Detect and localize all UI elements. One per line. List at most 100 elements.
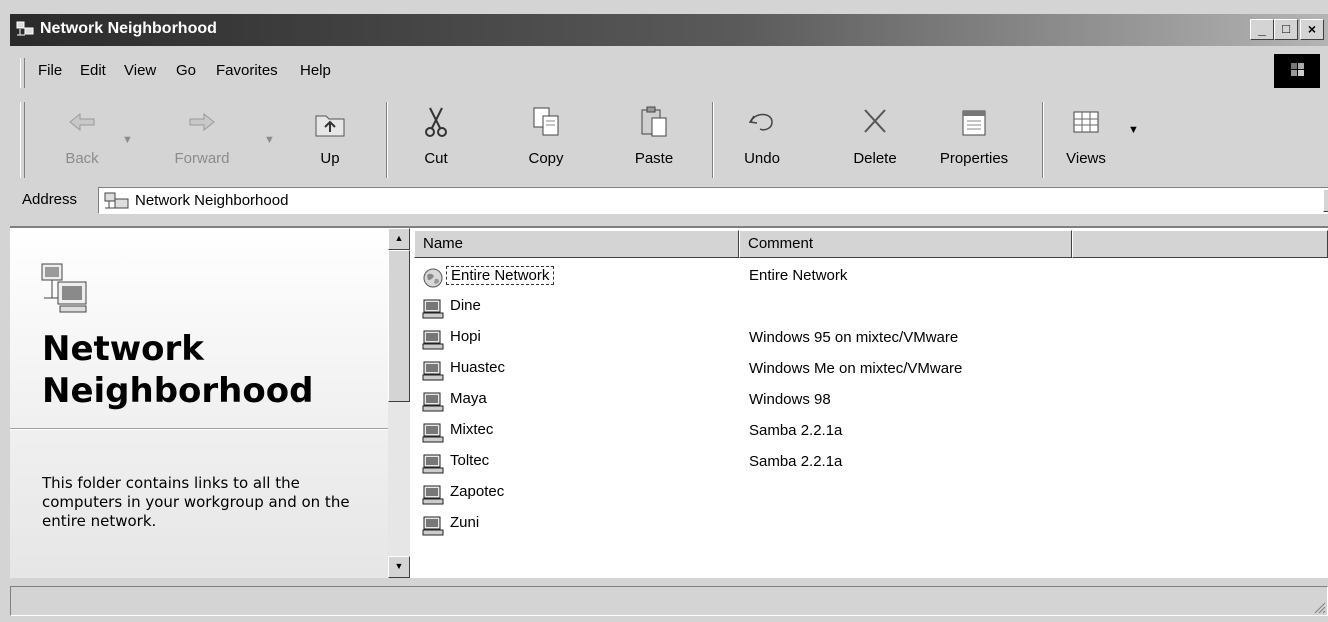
status-text [10,586,1328,616]
toolbar-separator [1042,102,1044,178]
forward-dropdown-arrow-icon[interactable]: ▼ [264,134,275,146]
title-bar[interactable]: Network Neighborhood _ □ × [10,14,1328,46]
clipboard-icon [641,106,667,137]
webview-panel: Network Neighborhood This folder contain… [10,228,388,578]
network-neighborhood-icon [16,21,34,36]
list-item[interactable]: Entire Network Entire Network [414,262,1328,292]
item-name[interactable]: Mixtec [446,421,497,438]
item-name[interactable]: Zuni [446,514,483,531]
computer-icon [422,453,444,479]
item-comment: Entire Network [749,267,848,284]
webview-description: This folder contains links to all the co… [42,474,350,530]
item-name[interactable]: Dine [446,297,485,314]
column-header-name[interactable]: Name [414,230,739,258]
delete-button[interactable]: Delete [842,102,908,178]
list-item[interactable]: Maya Windows 98 [414,386,1328,416]
column-header-blank[interactable] [1072,230,1328,258]
computer-icon [422,484,444,510]
webview-title: Network Neighborhood [42,329,314,411]
list-item[interactable]: Zuni [414,510,1328,540]
globe-icon [422,267,444,293]
undo-button[interactable]: Undo [732,102,792,178]
menu-edit[interactable]: Edit [80,62,106,79]
scroll-down-button[interactable]: ▼ [388,556,410,578]
address-value: Network Neighborhood [135,192,289,209]
list-item[interactable]: Mixtec Samba 2.2.1a [414,417,1328,447]
menu-view[interactable]: View [124,62,156,79]
windows-logo-icon [1274,54,1320,88]
file-list-view: Name Comment Entire Network Entire Networ… [414,228,1328,578]
item-comment: Samba 2.2.1a [749,422,843,439]
menu-help[interactable]: Help [300,62,331,79]
minimize-button[interactable]: _ [1250,19,1274,40]
address-field[interactable]: Network Neighborhood ▼ [98,187,1328,214]
toolbar-separator [712,102,714,178]
forward-button[interactable]: Forward [160,102,244,178]
item-comment: Windows 95 on mixtec/VMware [749,329,959,346]
address-dropdown-button[interactable]: ▼ [1323,189,1328,212]
computer-icon [422,298,444,324]
menu-favorites[interactable]: Favorites [216,62,278,79]
list-item[interactable]: Huastec Windows Me on mixtec/VMware [414,355,1328,385]
menu-grip[interactable] [20,58,25,88]
item-comment: Windows 98 [749,391,831,408]
item-comment: Samba 2.2.1a [749,453,843,470]
computer-icon [422,329,444,355]
item-name[interactable]: Zapotec [446,483,508,500]
list-item[interactable]: Zapotec [414,479,1328,509]
webview-divider [10,428,388,430]
properties-button[interactable]: Properties [928,102,1020,178]
cut-button[interactable]: Cut [406,102,466,178]
computer-icon [422,391,444,417]
menu-file[interactable]: File [38,62,62,79]
list-item[interactable]: Toltec Samba 2.2.1a [414,448,1328,478]
computer-icon [422,360,444,386]
toolbar-separator [386,102,388,178]
views-grid-icon [1073,111,1099,133]
scissors-icon [425,107,447,137]
scroll-up-button[interactable]: ▲ [388,228,410,250]
item-name[interactable]: Hopi [446,328,485,345]
up-button[interactable]: Up [300,102,360,178]
delete-x-icon [864,109,886,133]
standard-toolbar: Back ▼ Forward ▼ Up Cut Copy Paste Undo … [10,96,1328,184]
resize-grip-icon[interactable] [1312,600,1326,614]
status-bar [10,586,1328,618]
explorer-window: Network Neighborhood _ □ × File Edit Vie… [0,0,1328,622]
close-button[interactable]: × [1300,19,1324,40]
item-name[interactable]: Toltec [446,452,493,469]
network-neighborhood-icon [104,192,129,209]
menu-bar: File Edit View Go Favorites Help [10,50,1328,94]
toolbar-grip[interactable] [20,102,25,178]
copy-button[interactable]: Copy [516,102,576,178]
item-name[interactable]: Entire Network [446,266,555,285]
forward-arrow-icon [189,112,215,132]
webview-scrollbar[interactable]: ▲ ▼ [388,228,410,578]
up-folder-icon [315,115,345,137]
computer-icon [422,422,444,448]
computer-icon [422,515,444,541]
back-dropdown-arrow-icon[interactable]: ▼ [122,134,133,146]
address-bar: Address Network Neighborhood ▼ [10,184,1328,218]
list-item[interactable]: Dine [414,293,1328,323]
address-label: Address [22,191,78,208]
views-button[interactable]: Views [1054,102,1118,178]
item-comment: Windows Me on mixtec/VMware [749,360,963,377]
paste-button[interactable]: Paste [622,102,686,178]
scroll-thumb[interactable] [388,250,410,402]
back-arrow-icon [69,112,95,132]
column-header-comment[interactable]: Comment [739,230,1072,258]
content-area: Network Neighborhood This folder contain… [10,226,1328,578]
views-dropdown-arrow-icon[interactable]: ▼ [1128,124,1139,136]
menu-go[interactable]: Go [176,62,196,79]
undo-icon [748,113,773,131]
copy-icon [533,107,559,136]
network-neighborhood-large-icon [41,263,87,313]
list-item[interactable]: Hopi Windows 95 on mixtec/VMware [414,324,1328,354]
item-name[interactable]: Huastec [446,359,509,376]
item-name[interactable]: Maya [446,390,491,407]
maximize-button[interactable]: □ [1274,19,1298,40]
window-title: Network Neighborhood [40,20,217,37]
properties-icon [962,110,986,136]
back-button[interactable]: Back [50,102,114,178]
